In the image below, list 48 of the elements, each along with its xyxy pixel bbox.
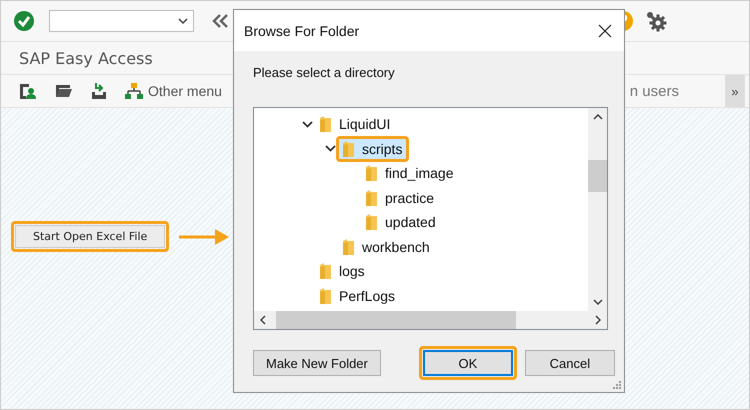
prompt-text: Please select a directory: [253, 65, 396, 80]
dialog-button[interactable]: Cancel: [524, 350, 615, 376]
scroll-thumb[interactable]: [588, 160, 607, 192]
folder-item[interactable]: logs: [313, 258, 372, 284]
folder-item[interactable]: find_image: [359, 160, 460, 186]
folder-icon: [366, 165, 378, 182]
start-open-excel-file-button[interactable]: Start Open Excel File: [15, 225, 166, 248]
folder-item[interactable]: PerfLogs: [313, 282, 402, 309]
resize-grip-icon[interactable]: [612, 380, 621, 389]
hierarchy-icon: [125, 82, 143, 100]
scroll-up-icon[interactable]: [592, 114, 602, 120]
folder-item[interactable]: scripts: [336, 136, 410, 162]
scroll-down-icon[interactable]: [592, 299, 602, 305]
dropdown-icon: [178, 18, 188, 24]
app-title: SAP Easy Access: [19, 48, 153, 68]
folder-icon: [320, 263, 332, 280]
command-field[interactable]: [49, 10, 194, 32]
gear-icon[interactable]: [645, 10, 667, 32]
folder-icon: [343, 238, 355, 255]
dialog-button[interactable]: Make New Folder: [253, 350, 381, 376]
user-menu-icon[interactable]: [19, 82, 37, 100]
dialog-button[interactable]: OK: [422, 350, 513, 376]
dialog-title: Browse For Folder: [244, 22, 360, 38]
chevron-icon[interactable]: [302, 118, 313, 130]
folder-icon: [366, 190, 378, 206]
vertical-scrollbar[interactable]: [588, 108, 607, 311]
folder-item[interactable]: workbench: [336, 234, 437, 260]
other-menu-button[interactable]: Other menu: [125, 82, 222, 100]
folder-icon: [320, 288, 332, 304]
scroll-left-icon[interactable]: [260, 315, 266, 325]
folder-icon: [320, 116, 332, 132]
close-icon[interactable]: [598, 24, 612, 38]
toolbar-text: n users: [630, 82, 679, 100]
more-button[interactable]: »: [725, 75, 745, 107]
folder-item[interactable]: practice: [359, 184, 442, 211]
folder-icon: [366, 214, 378, 230]
folder-item[interactable]: LiquidUI: [313, 111, 398, 138]
folder-icon: [343, 140, 355, 157]
check-icon[interactable]: [13, 10, 35, 32]
arrow-icon: [179, 228, 230, 244]
scroll-right-icon[interactable]: [595, 315, 601, 325]
download-tray-icon[interactable]: [91, 82, 107, 100]
horizontal-scrollbar[interactable]: [254, 311, 607, 329]
scroll-thumb[interactable]: [276, 311, 516, 329]
folder-tray-icon[interactable]: [55, 83, 73, 99]
folder-item[interactable]: updated: [359, 209, 443, 236]
chevron-icon[interactable]: [325, 143, 336, 154]
double-chevron-icon[interactable]: [212, 14, 228, 28]
